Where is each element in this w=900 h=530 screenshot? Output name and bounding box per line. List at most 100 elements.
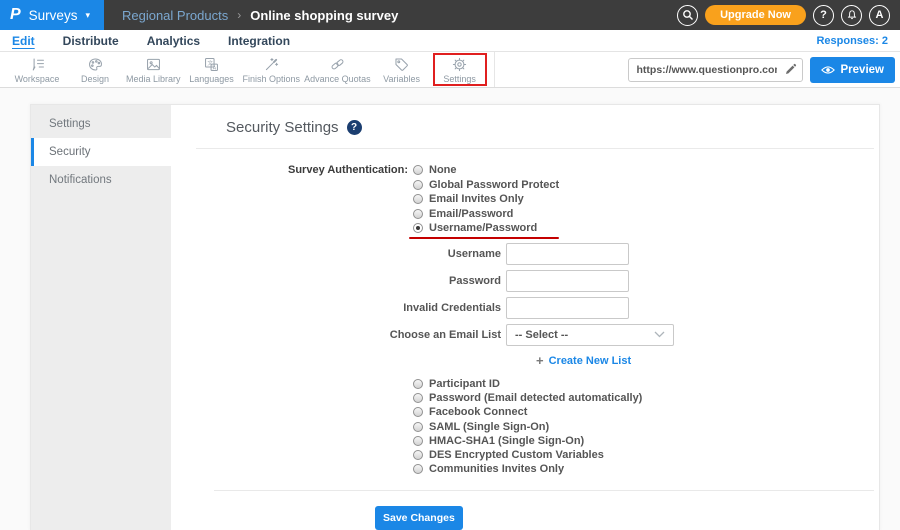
password-label: Password (449, 274, 501, 287)
breadcrumb: Regional Products › Online shopping surv… (122, 8, 398, 23)
radio-option-facebook-connect[interactable]: Facebook Connect (413, 405, 879, 419)
toolbar-item-label: Workspace (14, 73, 60, 84)
notifications-button[interactable] (841, 4, 862, 26)
radio-icon[interactable] (413, 392, 423, 403)
create-new-list-link[interactable]: + Create New List (536, 352, 879, 368)
magic-wand-icon (265, 57, 278, 70)
password-input[interactable] (506, 269, 629, 292)
bell-icon (847, 10, 856, 20)
translate-icon: 文 A (205, 57, 218, 71)
radio-option-hmac-sha1[interactable]: HMAC-SHA1 (Single Sign-On) (413, 434, 879, 448)
tab-edit[interactable]: Edit (12, 34, 35, 48)
toolbar-item-label: Advance Quotas (304, 73, 371, 84)
breadcrumb-separator: › (237, 8, 242, 22)
toolbar-item-advance-quotas[interactable]: Advance Quotas (302, 56, 373, 84)
header-actions: Upgrade Now ? A (677, 4, 900, 26)
password-row: Password (171, 269, 879, 292)
toolbar-item-languages[interactable]: 文 A Languages (183, 56, 241, 84)
email-list-select[interactable]: -- Select -- (506, 323, 674, 346)
username-row: Username (171, 242, 879, 265)
search-button[interactable] (677, 4, 699, 26)
upgrade-now-button[interactable]: Upgrade Now (705, 5, 806, 25)
sidebar-item-security[interactable]: Security (31, 138, 171, 166)
toolbar-divider (493, 52, 495, 87)
gear-icon (452, 57, 467, 72)
radio-icon[interactable] (413, 435, 423, 446)
settings-sidebar: Settings Security Notifications (31, 105, 171, 530)
invalid-credentials-label: Invalid Credentials (403, 301, 501, 314)
radio-icon[interactable] (413, 179, 423, 190)
radio-icon[interactable] (413, 208, 423, 219)
toolbar-right: Preview (627, 56, 900, 83)
radio-icon[interactable] (413, 407, 423, 418)
radio-option-saml[interactable]: SAML (Single Sign-On) (413, 419, 879, 433)
help-button[interactable]: ? (813, 4, 834, 26)
toolbar-item-label: Media Library (126, 73, 181, 84)
save-changes-button[interactable]: Save Changes (375, 505, 463, 530)
toolbar-item-media-library[interactable]: Media Library (124, 56, 183, 84)
email-list-label: Choose an Email List (389, 328, 501, 341)
top-header: P Surveys ▾ Regional Products › Online s… (0, 0, 900, 30)
radio-icon[interactable] (413, 194, 423, 205)
title-divider (196, 148, 874, 149)
responses-count[interactable]: Responses: 2 (816, 35, 888, 47)
radio-option-email-invites-only[interactable]: Email Invites Only (413, 192, 559, 207)
radio-icon[interactable] (413, 450, 423, 461)
survey-url-input[interactable] (628, 63, 779, 76)
edit-url-button[interactable] (779, 59, 802, 81)
radio-icon[interactable] (413, 464, 423, 475)
preview-button[interactable]: Preview (809, 56, 895, 83)
email-list-selected-value: -- Select -- (515, 328, 569, 341)
radio-option-participant-id[interactable]: Participant ID (413, 377, 879, 391)
page-title: Security Settings (226, 119, 339, 136)
chevron-down-icon: ▾ (85, 10, 90, 20)
breadcrumb-current: Online shopping survey (250, 7, 399, 23)
username-input[interactable] (506, 242, 629, 265)
search-icon (682, 10, 693, 20)
sidebar-item-settings[interactable]: Settings (31, 110, 171, 138)
tab-distribute[interactable]: Distribute (63, 34, 119, 48)
settings-card: Settings Security Notifications Security… (30, 104, 880, 530)
invalid-credentials-input[interactable] (506, 296, 629, 319)
radio-option-des-encrypted[interactable]: DES Encrypted Custom Variables (413, 448, 879, 462)
toolbar-item-variables[interactable]: Variables (373, 56, 431, 84)
toolbar-item-label: Settings (443, 74, 476, 84)
radio-option-email-password[interactable]: Email/Password (413, 207, 559, 222)
avatar[interactable]: A (869, 4, 890, 26)
toolbar-item-design[interactable]: Design (66, 56, 124, 84)
palette-icon (88, 57, 102, 71)
questionpro-logo-icon: P (10, 6, 21, 23)
toolbar-item-finish-options[interactable]: Finish Options (241, 56, 303, 84)
bottom-divider (214, 489, 874, 491)
survey-url-box (627, 57, 803, 82)
save-row: Save Changes (171, 505, 879, 530)
help-icon[interactable]: ? (346, 120, 362, 135)
radio-option-communities-invites[interactable]: Communities Invites Only (413, 462, 879, 476)
preview-label: Preview (840, 63, 884, 76)
settings-annotation-box: Settings (432, 53, 487, 86)
credential-fields: Username Password Invalid Credentials Ch… (171, 242, 879, 368)
surveys-menu[interactable]: P Surveys ▾ (0, 0, 104, 30)
radio-icon[interactable] (413, 378, 423, 389)
plus-icon: + (536, 352, 544, 368)
email-list-row: Choose an Email List -- Select -- (171, 323, 879, 346)
main-nav: Edit Distribute Analytics Integration Re… (0, 30, 900, 52)
tab-analytics[interactable]: Analytics (147, 34, 200, 48)
radio-option-none[interactable]: None (413, 163, 559, 178)
chevron-down-icon (654, 331, 665, 338)
toolbar-item-settings[interactable]: Settings (438, 56, 482, 84)
tab-integration[interactable]: Integration (228, 34, 290, 48)
sidebar-item-notifications[interactable]: Notifications (31, 166, 171, 194)
image-icon (146, 58, 160, 70)
radio-icon-checked[interactable] (413, 223, 423, 234)
radio-icon[interactable] (413, 421, 423, 432)
toolbar-item-workspace[interactable]: Workspace (8, 56, 66, 84)
radio-option-password-email-detected[interactable]: Password (Email detected automatically) (413, 391, 879, 405)
breadcrumb-parent[interactable]: Regional Products (122, 8, 228, 23)
invalid-credentials-row: Invalid Credentials (171, 296, 879, 319)
radio-option-username-password[interactable]: Username/Password (413, 221, 559, 236)
radio-icon[interactable] (413, 165, 423, 176)
toolbar-item-label: Design (80, 73, 109, 84)
chain-link-icon (331, 58, 344, 69)
radio-option-global-password-protect[interactable]: Global Password Protect (413, 178, 559, 193)
